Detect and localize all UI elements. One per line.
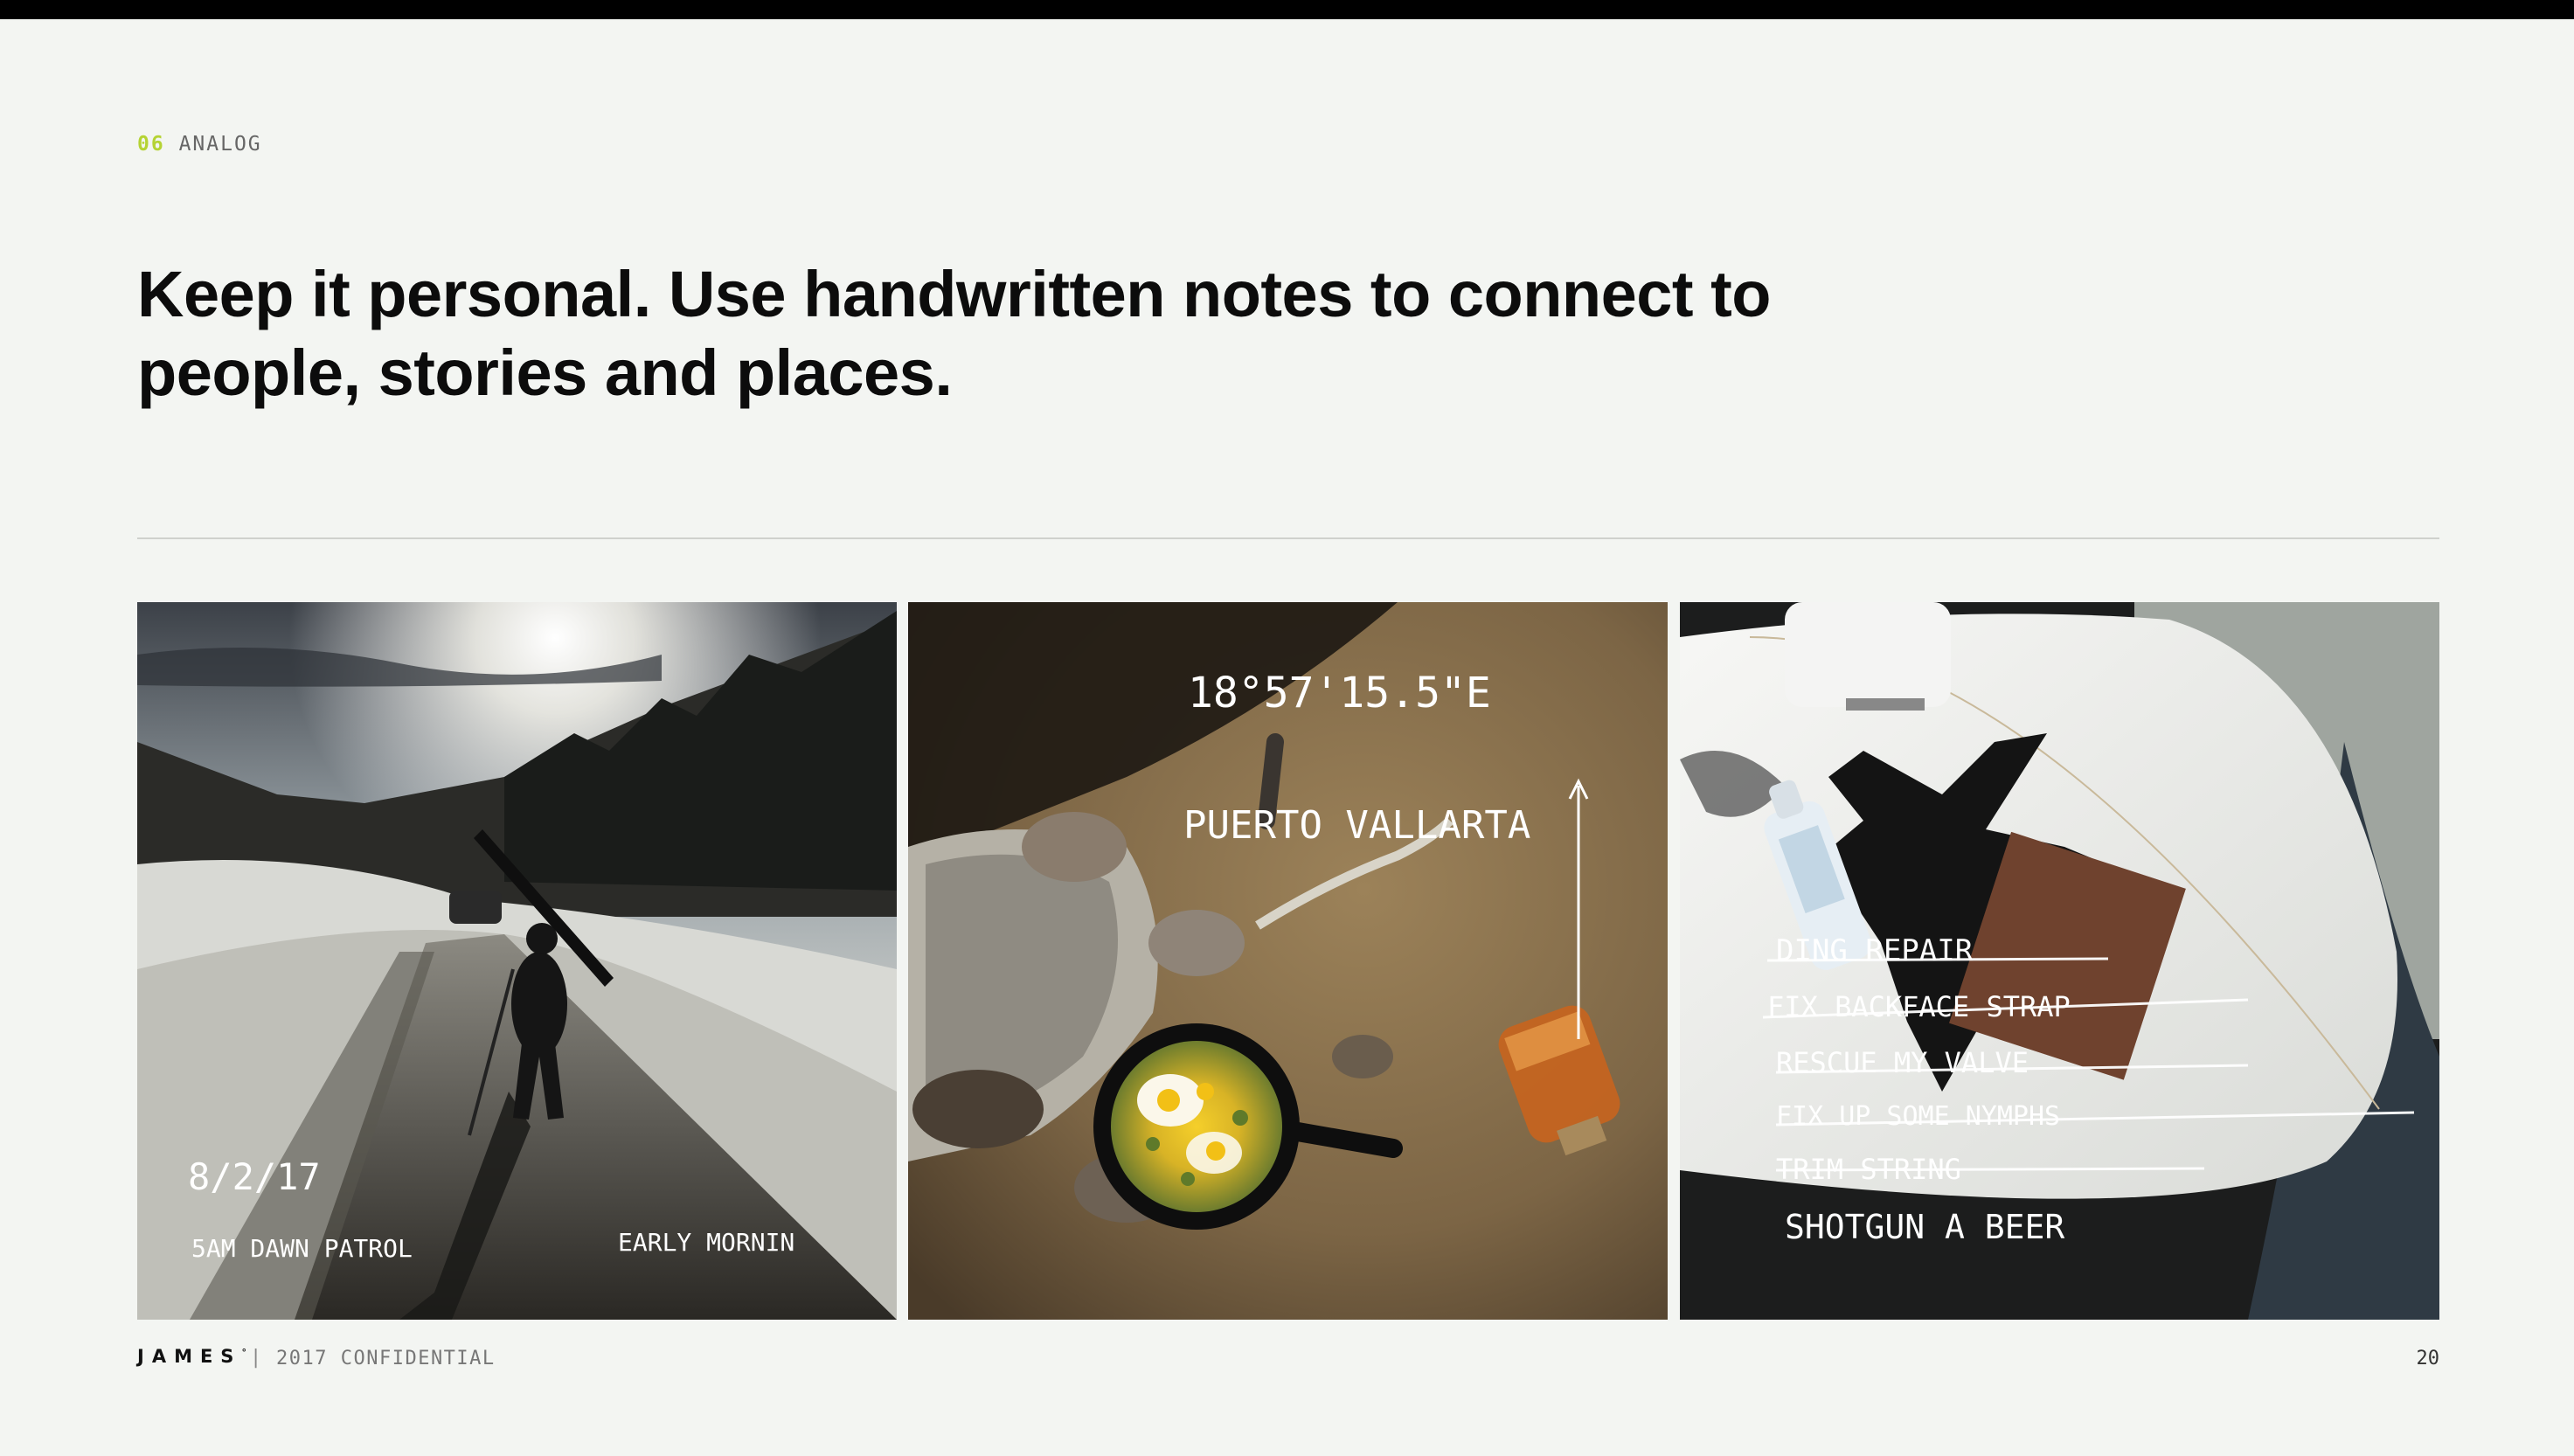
puerto-vallarta-illustration: 18°57'15.5"E PUERTO VALLARTA <box>908 602 1668 1320</box>
footer-separator: | <box>250 1347 262 1369</box>
handwritten-location: PUERTO VALLARTA <box>1183 803 1530 848</box>
handwritten-coordinates: 18°57'15.5"E <box>1188 669 1491 718</box>
confidential-label: 2017 CONFIDENTIAL <box>276 1348 496 1369</box>
section-title: ANALOG <box>178 133 262 156</box>
photo-dawn-patrol: 8/2/17 5AM DAWN PATROL EARLY MORNIN <box>137 602 897 1320</box>
handwritten-dawn-patrol: 5AM DAWN PATROL <box>191 1234 413 1263</box>
handwritten-shotgun-beer: SHOTGUN A BEER <box>1785 1208 2064 1246</box>
handwritten-ding-repair: DING REPAIR <box>1776 933 1974 968</box>
section-number: 06 <box>137 133 165 156</box>
brand-name: JAMES <box>137 1346 242 1367</box>
page-title: Keep it personal. Use handwritten notes … <box>137 258 1771 409</box>
photo-surfboard-repair: DING REPAIR FIX BACKFACE STRAP RESCUE MY… <box>1680 602 2439 1320</box>
page-number: 20 <box>2416 1348 2440 1369</box>
handwritten-rescue-valve: RESCUE MY VALVE <box>1776 1046 2029 1079</box>
surfboard-repair-illustration: DING REPAIR FIX BACKFACE STRAP RESCUE MY… <box>1680 602 2439 1320</box>
handwritten-fix-strap: FIX BACKFACE STRAP <box>1767 990 2071 1023</box>
brand-logo: JAMES° <box>137 1346 246 1367</box>
section-label: 06 ANALOG <box>137 133 262 156</box>
brand-mark: ° <box>241 1347 246 1358</box>
handwritten-fix-nymphs: FIX UP SOME NYMPHS <box>1776 1101 2060 1132</box>
photo-puerto-vallarta: 18°57'15.5"E PUERTO VALLARTA <box>908 602 1668 1320</box>
dawn-patrol-illustration: 8/2/17 5AM DAWN PATROL EARLY MORNIN <box>137 602 897 1320</box>
divider <box>137 537 2439 539</box>
handwritten-date: 8/2/17 <box>188 1155 321 1198</box>
top-bar <box>0 0 2574 19</box>
handwritten-early-morning: EARLY MORNIN <box>618 1228 794 1257</box>
handwritten-trim-string: TRIM STRING <box>1776 1153 1961 1186</box>
